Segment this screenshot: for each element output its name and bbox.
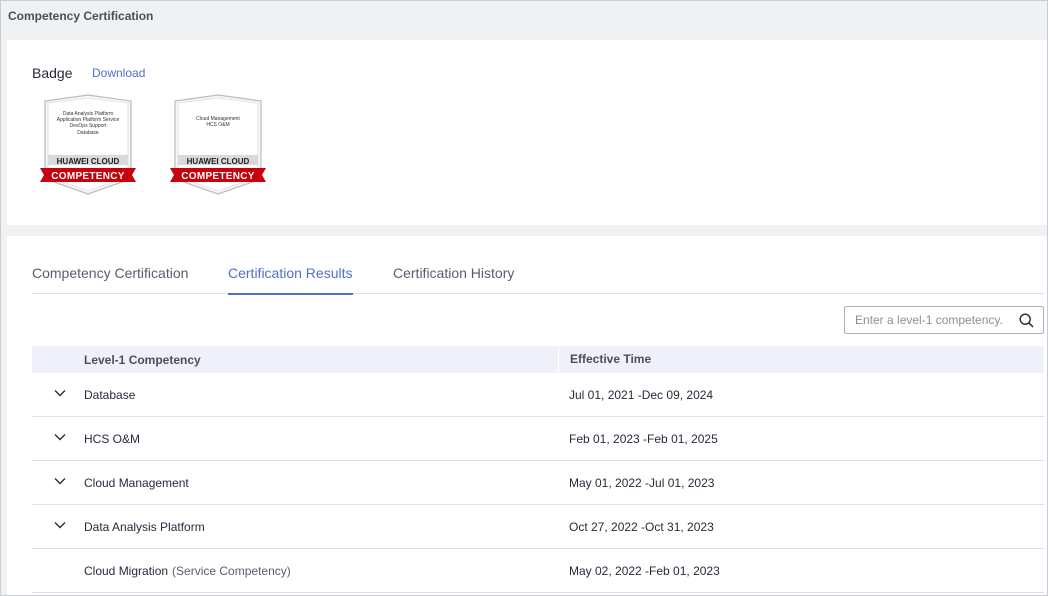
search-box xyxy=(844,306,1044,334)
badge-text: Cloud Management HCS O&M xyxy=(196,116,240,129)
row-effective-time: Jul 01, 2021 -Dec 09, 2024 xyxy=(569,388,714,402)
chevron-down-icon[interactable] xyxy=(54,477,66,485)
row-effective-time: May 01, 2022 -Jul 01, 2023 xyxy=(569,476,715,490)
column-header-effective-time: Effective Time xyxy=(558,346,651,373)
table-row: Cloud Management May 01, 2022 -Jul 01, 2… xyxy=(32,461,1044,505)
results-card: Competency Certification Certification R… xyxy=(7,236,1047,595)
tab-bar: Competency Certification Certification R… xyxy=(32,236,1044,295)
badge-ribbon: COMPETENCY xyxy=(51,171,125,182)
row-competency: HCS O&M xyxy=(84,432,141,446)
chevron-down-icon[interactable] xyxy=(54,389,66,397)
table-row: Cloud Migration (Service Competency) May … xyxy=(32,549,1044,593)
column-header-competency: Level-1 Competency xyxy=(84,353,201,367)
results-table: Level-1 Competency Effective Time Databa… xyxy=(32,346,1044,593)
download-link[interactable]: Download xyxy=(92,66,145,80)
badge-brand: HUAWEI CLOUD xyxy=(186,157,250,166)
chevron-down-icon[interactable] xyxy=(54,433,66,441)
page-title: Competency Certification xyxy=(8,9,154,23)
row-competency: Cloud Management xyxy=(84,476,189,490)
search-input[interactable] xyxy=(845,307,1015,333)
row-competency-label: Cloud Migration xyxy=(84,564,169,578)
app-frame: Competency Certification Badge Download … xyxy=(0,0,1048,596)
table-row: Data Analysis Platform Oct 27, 2022 -Oct… xyxy=(32,505,1044,549)
tab-certification-results[interactable]: Certification Results xyxy=(228,265,353,295)
competency-badge: Cloud Management HCS O&M HUAWEI CLOUD CO… xyxy=(168,93,268,197)
row-effective-time: Feb 01, 2023 -Feb 01, 2025 xyxy=(569,432,718,446)
table-row: HCS O&M Feb 01, 2023 -Feb 01, 2025 xyxy=(32,417,1044,461)
chevron-down-icon[interactable] xyxy=(54,521,66,529)
badge-card: Badge Download Data Analysis Platform Ap… xyxy=(7,40,1047,225)
row-competency: Database xyxy=(84,388,136,402)
row-competency: Cloud Migration (Service Competency) xyxy=(84,564,291,578)
tab-competency-certification[interactable]: Competency Certification xyxy=(32,265,188,293)
competency-badge: Data Analysis Platform Application Platf… xyxy=(38,93,138,197)
row-competency-note: (Service Competency) xyxy=(172,564,291,578)
badge-brand: HUAWEI CLOUD xyxy=(56,157,120,166)
tab-certification-history[interactable]: Certification History xyxy=(393,265,514,293)
badge-text: Data Analysis Platform Application Platf… xyxy=(56,111,120,136)
table-row: Database Jul 01, 2021 -Dec 09, 2024 xyxy=(32,373,1044,417)
row-effective-time: Oct 27, 2022 -Oct 31, 2023 xyxy=(569,520,714,534)
search-icon[interactable] xyxy=(1019,313,1034,328)
table-header: Level-1 Competency Effective Time xyxy=(32,346,1044,373)
badge-label: Badge xyxy=(32,65,73,81)
row-competency: Data Analysis Platform xyxy=(84,520,205,534)
badge-ribbon: COMPETENCY xyxy=(181,171,255,182)
row-effective-time: May 02, 2022 -Feb 01, 2023 xyxy=(569,564,720,578)
